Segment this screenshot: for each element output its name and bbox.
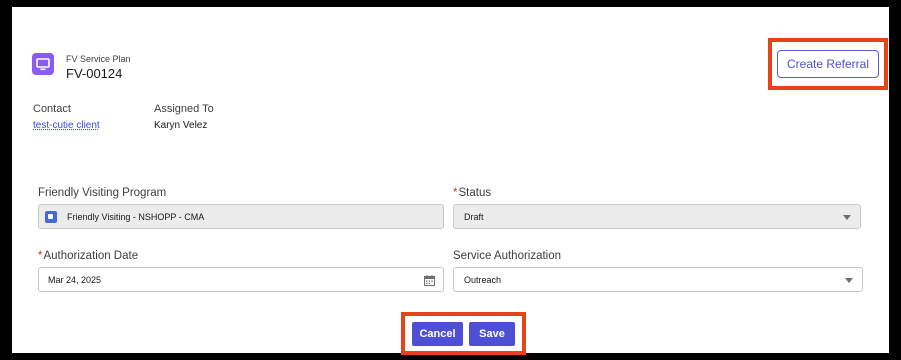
record-panel: FV Service Plan FV-00124 Create Referral… [12, 7, 889, 355]
create-referral-highlight: Create Referral [768, 38, 888, 90]
save-button[interactable]: Save [468, 320, 516, 347]
required-marker: * [453, 187, 458, 199]
chevron-down-icon [845, 278, 853, 283]
required-marker: * [38, 250, 43, 262]
assigned-to-value: Karyn Velez [154, 120, 208, 131]
lookup-record-icon [45, 210, 57, 223]
service-authorization-picklist[interactable]: Outreach [453, 267, 863, 292]
cancel-button[interactable]: Cancel [411, 320, 464, 347]
contact-link[interactable]: test-cutie client [33, 120, 100, 131]
program-value: Friendly Visiting - NSHOPP - CMA [67, 211, 205, 222]
footer-actions-highlight: Cancel Save [401, 312, 526, 355]
record-icon [32, 53, 54, 75]
status-value: Draft [464, 211, 484, 222]
record-object-label: FV Service Plan [66, 54, 131, 64]
service-authorization-value: Outreach [464, 274, 502, 285]
service-authorization-label: Service Authorization [453, 250, 562, 262]
assigned-to-label: Assigned To [154, 103, 214, 115]
program-label: Friendly Visiting Program [38, 187, 167, 199]
authorization-date-value: Mar 24, 2025 [48, 274, 102, 285]
status-picklist[interactable]: Draft [453, 204, 861, 229]
calendar-icon[interactable] [424, 275, 435, 289]
program-lookup: Friendly Visiting - NSHOPP - CMA [38, 204, 444, 229]
record-title: FV-00124 [66, 66, 123, 81]
create-referral-button[interactable]: Create Referral [777, 50, 879, 78]
status-label: *Status [453, 187, 492, 199]
chevron-down-icon [843, 215, 851, 220]
authorization-date-input[interactable]: Mar 24, 2025 [38, 267, 444, 292]
contact-label: Contact [33, 103, 71, 115]
authorization-date-label: *Authorization Date [38, 250, 139, 262]
